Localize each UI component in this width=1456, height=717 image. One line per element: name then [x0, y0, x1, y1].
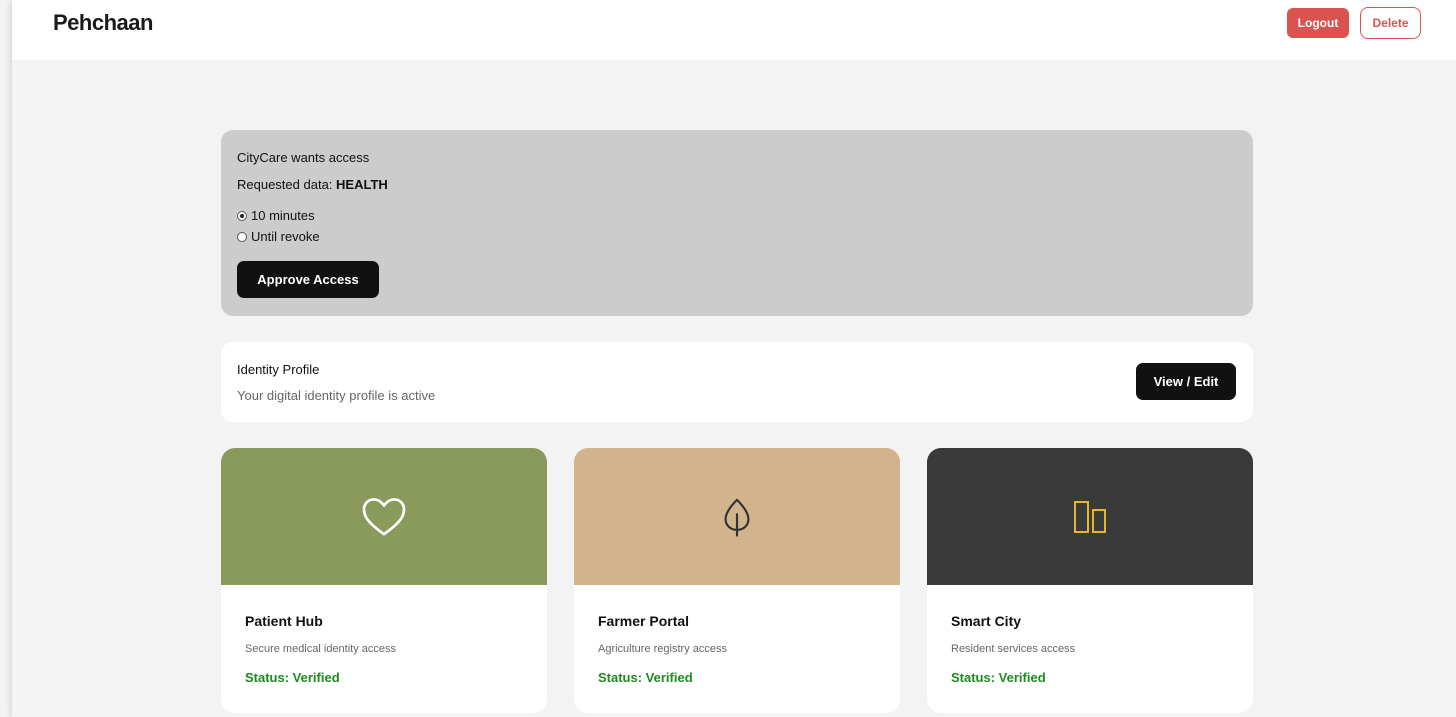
service-card-smart-city[interactable]: Smart City Resident services access Stat…: [927, 448, 1253, 713]
requested-data-label: Requested data:: [237, 177, 337, 192]
requested-data-value: HEALTH: [336, 177, 388, 192]
card-banner: [927, 448, 1253, 585]
service-card-patient-hub[interactable]: Patient Hub Secure medical identity acce…: [221, 448, 547, 713]
leaf-icon: [724, 498, 750, 537]
buildings-icon: [1074, 500, 1106, 533]
profile-subtitle: Your digital identity profile is active: [237, 388, 436, 403]
logout-button[interactable]: Logout: [1287, 8, 1349, 38]
radio-button-unchecked[interactable]: [237, 231, 247, 242]
approve-access-button[interactable]: Approve Access: [237, 261, 379, 298]
card-title: Farmer Portal: [598, 613, 690, 629]
card-banner: [221, 448, 547, 585]
requester-text: CityCare wants access: [237, 150, 370, 165]
requested-data: Requested data: HEALTH: [237, 177, 388, 192]
card-banner: [574, 448, 900, 585]
card-description: Resident services access: [951, 643, 1076, 655]
brand-logo[interactable]: Pehchaan: [53, 10, 153, 36]
view-edit-button[interactable]: View / Edit: [1136, 363, 1236, 400]
status-badge: Status: Verified: [598, 670, 693, 685]
profile-title: Identity Profile: [237, 362, 320, 377]
card-title: Smart City: [951, 613, 1022, 629]
identity-profile-card: Identity Profile Your digital identity p…: [221, 342, 1253, 422]
card-description: Secure medical identity access: [245, 643, 397, 655]
access-request-panel: CityCare wants access Requested data: HE…: [221, 130, 1253, 316]
heart-icon: [362, 497, 406, 536]
duration-option-label: Until revoke: [251, 229, 320, 244]
service-card-farmer-portal[interactable]: Farmer Portal Agriculture registry acces…: [574, 448, 900, 713]
card-title: Patient Hub: [245, 613, 323, 629]
top-header: Pehchaan Logout Delete: [12, 0, 1456, 60]
app-frame: Pehchaan Logout Delete CityCare wants ac…: [12, 0, 1456, 717]
duration-option-label: 10 minutes: [251, 208, 315, 223]
status-badge: Status: Verified: [245, 670, 340, 685]
card-description: Agriculture registry access: [598, 643, 727, 655]
duration-option-10-minutes[interactable]: 10 minutes: [237, 208, 315, 223]
radio-button-checked[interactable]: [237, 210, 247, 221]
duration-option-until-revoke[interactable]: Until revoke: [237, 229, 320, 244]
status-badge: Status: Verified: [951, 670, 1046, 685]
delete-button[interactable]: Delete: [1360, 7, 1421, 39]
